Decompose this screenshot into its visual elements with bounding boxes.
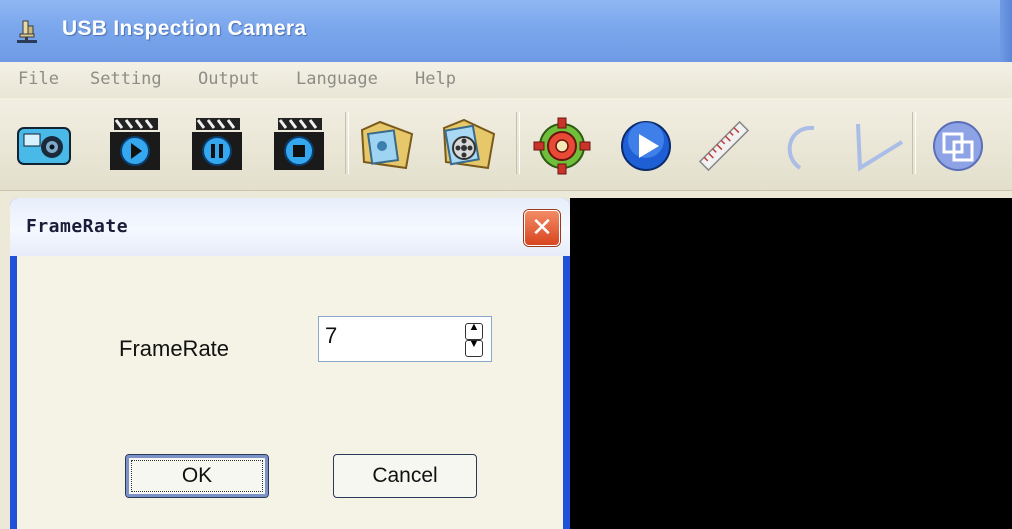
cancel-button-label: Cancel (372, 464, 438, 487)
angle-measure-icon[interactable] (846, 112, 910, 176)
camera-snapshot-icon[interactable] (12, 112, 76, 176)
chevron-down-icon: ▼ (468, 338, 480, 350)
dialog-close-button[interactable]: ✕ (524, 210, 560, 246)
video-preview[interactable] (570, 198, 1012, 529)
chevron-up-icon: ▲ (468, 321, 480, 333)
spin-down-button[interactable]: ▼ (465, 338, 483, 357)
ok-button[interactable]: OK (125, 454, 269, 498)
video-record-icon[interactable] (102, 112, 166, 176)
dialog-title: FrameRate (26, 216, 129, 237)
menu-output[interactable]: Output (198, 69, 259, 89)
open-image-folder-icon[interactable] (356, 112, 420, 176)
close-icon: ✕ (531, 213, 553, 243)
video-stop-icon[interactable] (266, 112, 330, 176)
app-title-bar: USB Inspection Camera (0, 0, 1012, 62)
menu-language[interactable]: Language (296, 69, 378, 89)
toolbar-separator (345, 112, 349, 174)
menu-setting[interactable]: Setting (90, 69, 162, 89)
toolbar-separator (912, 112, 916, 174)
ruler-icon[interactable] (692, 112, 756, 176)
microscope-icon (17, 20, 37, 43)
framerate-value[interactable]: 7 (325, 323, 337, 349)
arc-measure-icon[interactable] (770, 112, 834, 176)
overlay-window-icon[interactable] (926, 112, 990, 176)
menu-file[interactable]: File (18, 69, 59, 89)
menu-help[interactable]: Help (415, 69, 456, 89)
settings-gear-icon[interactable] (530, 112, 594, 176)
framerate-dialog: FrameRate ✕ FrameRate 7 ▲ ▼ OK Cancel (10, 198, 570, 529)
video-pause-icon[interactable] (184, 112, 248, 176)
framerate-spin-input[interactable]: 7 ▲ ▼ (318, 316, 492, 362)
toolbar-separator (516, 112, 520, 174)
play-icon[interactable] (614, 112, 678, 176)
app-title: USB Inspection Camera (62, 17, 307, 40)
cancel-button[interactable]: Cancel (333, 454, 477, 498)
menu-bar: File Setting Output Language Help (0, 62, 1012, 98)
toolbar (0, 98, 1012, 191)
open-video-folder-icon[interactable] (436, 112, 500, 176)
titlebar-edge (1000, 0, 1012, 62)
framerate-label: FrameRate (119, 336, 230, 361)
dialog-title-bar[interactable]: FrameRate ✕ (10, 198, 570, 256)
dialog-body: FrameRate 7 ▲ ▼ OK Cancel (17, 256, 563, 529)
focus-ring (131, 460, 263, 492)
